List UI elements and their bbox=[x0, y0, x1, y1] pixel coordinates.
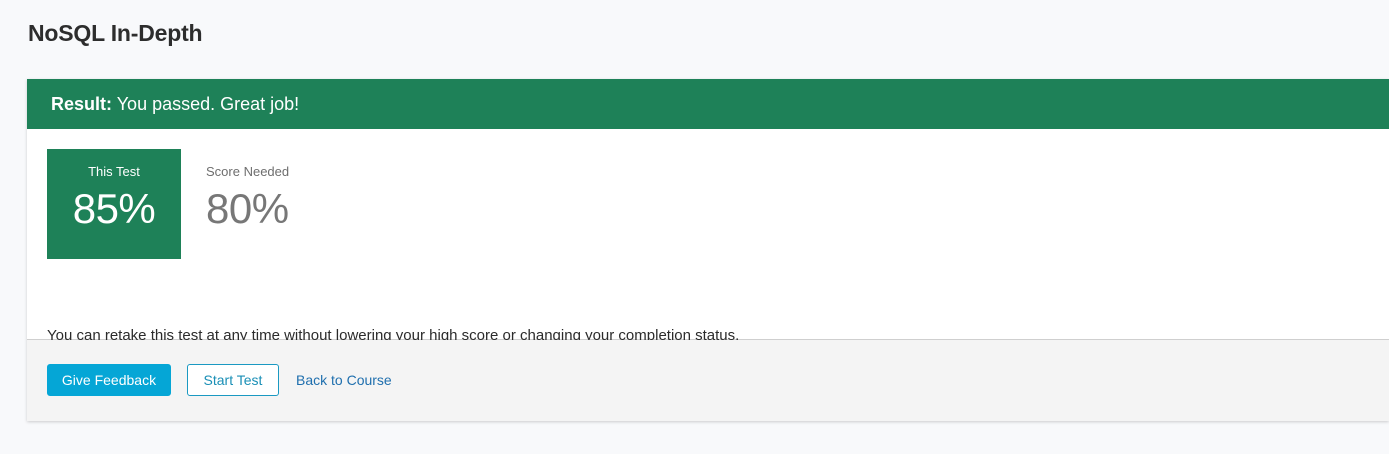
score-needed-value: 80% bbox=[206, 185, 289, 232]
back-to-course-link[interactable]: Back to Course bbox=[296, 364, 392, 396]
score-needed-label: Score Needed bbox=[206, 164, 290, 179]
this-test-value: 85% bbox=[72, 185, 156, 232]
action-bar: Give Feedback Start Test Back to Course bbox=[27, 340, 1389, 421]
result-card: Result: You passed. Great job! This Test… bbox=[27, 79, 1389, 421]
score-section: This Test 85% Score Needed 80% You can r… bbox=[27, 129, 1389, 344]
result-banner: Result: You passed. Great job! bbox=[27, 79, 1389, 129]
page-title: NoSQL In-Depth bbox=[28, 20, 203, 46]
give-feedback-button[interactable]: Give Feedback bbox=[47, 364, 171, 396]
start-test-button[interactable]: Start Test bbox=[187, 364, 279, 396]
this-test-score-box: This Test 85% bbox=[47, 149, 181, 259]
this-test-label: This Test bbox=[88, 164, 140, 179]
result-message: You passed. Great job! bbox=[116, 94, 300, 114]
result-label: Result: bbox=[51, 94, 113, 114]
score-needed-box: Score Needed 80% bbox=[206, 149, 346, 259]
